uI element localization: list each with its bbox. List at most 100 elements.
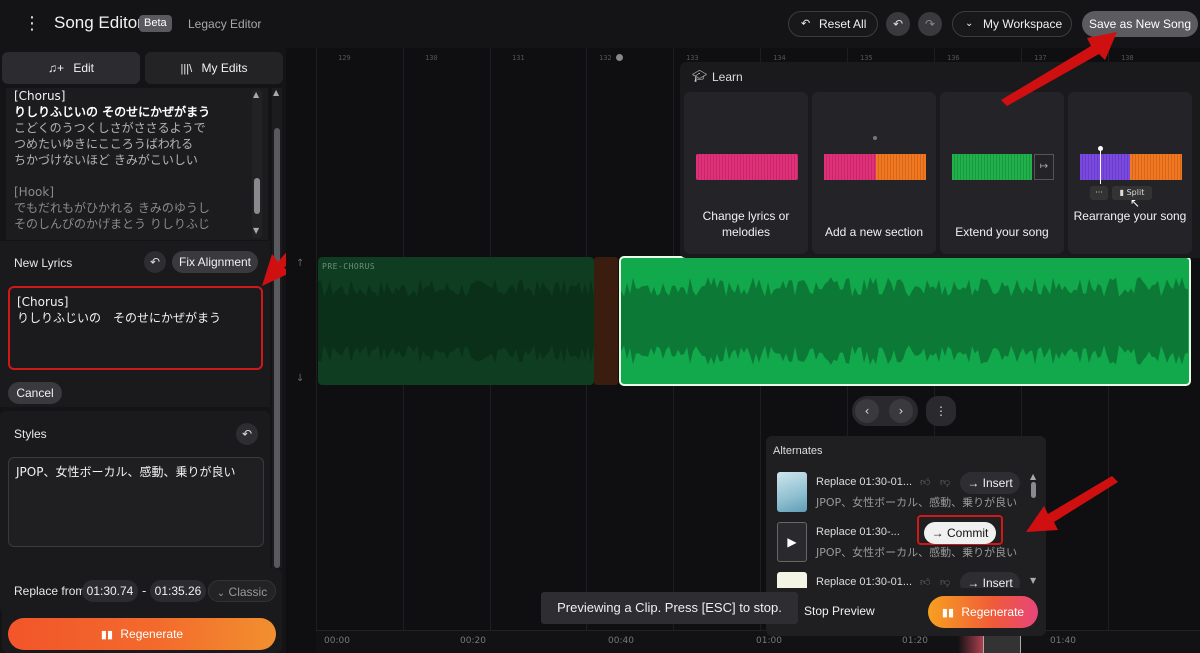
- orange-clip-graphic: [876, 154, 926, 180]
- lyrics-line[interactable]: [Hook]: [14, 184, 210, 200]
- alternate-row[interactable]: Replace 01:30-01... 👍︎ 👎︎ → Insert: [774, 568, 1028, 588]
- fix-alignment-button[interactable]: Fix Alignment: [172, 251, 258, 273]
- card-label: Add a new section: [824, 225, 924, 239]
- ruler-tick-label: 136: [947, 54, 960, 62]
- thumbnail[interactable]: [777, 472, 807, 512]
- lyrics-line[interactable]: そのしんぴのかげまとう りしりふじ: [14, 216, 210, 232]
- time-ruler[interactable]: 00:00 00:20 00:40 01:00 01:20 01:40: [316, 630, 1200, 653]
- thumbs-up-icon[interactable]: 👍︎: [920, 576, 930, 588]
- cancel-button[interactable]: Cancel: [8, 382, 62, 404]
- replace-section: Replace from 01:30.74 - 01:35.26 ⌄ Class…: [2, 568, 282, 653]
- redo-icon: ↷: [924, 17, 936, 31]
- legacy-editor-link[interactable]: Legacy Editor: [188, 17, 261, 31]
- alternate-row[interactable]: ▶ Replace 01:30-... JPOP、女性ボーカル、感動、乗りが良い…: [774, 515, 1028, 568]
- alternate-title: Replace 01:30-01...: [816, 476, 913, 488]
- split-handle-graphic: [1098, 146, 1103, 151]
- time-tick-label: 00:20: [460, 636, 486, 646]
- scroll-down-icon[interactable]: ▼: [1030, 576, 1036, 585]
- track-up-icon[interactable]: ↑: [296, 258, 304, 269]
- more-horizontal-icon: ···: [1090, 186, 1108, 200]
- lyrics-line[interactable]: こどくのうつくしさがささるようで: [14, 120, 210, 136]
- thumbs-up-icon[interactable]: 👍︎: [920, 476, 930, 488]
- insert-button[interactable]: → Insert: [960, 472, 1020, 494]
- card-label: Change lyrics or melodies: [702, 209, 790, 239]
- waveform-icon: ▮▮: [100, 629, 114, 641]
- new-lyrics-textarea[interactable]: [Chorus] りしりふじいの そのせにかぜがまう: [8, 286, 263, 370]
- commit-button[interactable]: → Commit: [924, 522, 996, 544]
- thumbs-down-icon[interactable]: 👎︎: [940, 476, 950, 488]
- tab-edit[interactable]: ♫+ Edit: [2, 52, 140, 84]
- lyrics-line[interactable]: ちかづけないほど きみがこいしい: [14, 152, 210, 168]
- playhead-marker[interactable]: [616, 54, 623, 61]
- learn-card-change-lyrics[interactable]: Change lyrics or melodies: [684, 92, 808, 254]
- chevron-down-icon: ⌄: [965, 18, 974, 29]
- insert-button[interactable]: → Insert: [960, 572, 1020, 588]
- chevron-right-icon: ›: [898, 404, 904, 418]
- regenerate-button[interactable]: ▮▮ Regenerate: [8, 618, 276, 650]
- alternate-subtitle: JPOP、女性ボーカル、感動、乗りが良い: [816, 546, 1018, 559]
- pre-chorus-clip[interactable]: PRE-CHORUS: [318, 257, 594, 385]
- play-icon[interactable]: ▶: [777, 522, 807, 562]
- previous-clip-button[interactable]: ‹: [855, 399, 879, 423]
- card-label: Rearrange your song: [1073, 209, 1187, 223]
- lyrics-list[interactable]: [Chorus] りしりふじいの そのせにかぜがまう こどくのうつくしさがささるよう…: [6, 88, 268, 240]
- mode-dropdown[interactable]: ⌄ Classic: [208, 580, 276, 602]
- new-lyrics-section: New Lyrics ↶ Fix Alignment [Chorus] りしりふ…: [0, 241, 270, 407]
- dot-graphic: [873, 136, 877, 140]
- undo-styles-button[interactable]: ↶: [236, 423, 258, 445]
- replace-from-label: Replace from: [14, 584, 86, 598]
- time-tick-label: 01:40: [1050, 636, 1076, 646]
- orange-clip-faded: [594, 257, 618, 385]
- selected-clip[interactable]: [619, 256, 1191, 386]
- replace-end-time[interactable]: 01:35.26: [150, 580, 206, 602]
- alternate-row[interactable]: Replace 01:30-01... JPOP、女性ボーカル、感動、乗りが良い…: [774, 468, 1028, 518]
- lyrics-line[interactable]: [14, 168, 210, 184]
- insert-label: Insert: [982, 476, 1013, 490]
- replace-start-time[interactable]: 01:30.74: [82, 580, 138, 602]
- reset-all-button[interactable]: ↶ Reset All: [788, 11, 878, 37]
- lyrics-line[interactable]: つめたいゆきにこころうばわれる: [14, 136, 210, 152]
- clip-nav: ‹ ›: [852, 396, 918, 426]
- next-clip-button[interactable]: ›: [889, 399, 913, 423]
- alternate-subtitle: JPOP、女性ボーカル、感動、乗りが良い: [816, 496, 1018, 509]
- thumbs-down-icon[interactable]: 👎︎: [940, 576, 950, 588]
- track-down-icon[interactable]: ↓: [296, 373, 304, 384]
- arrow-right-icon: →: [931, 526, 944, 540]
- lyrics-line[interactable]: [Chorus]: [14, 88, 210, 104]
- app-title: Song Editor: [54, 13, 143, 32]
- stop-preview-button[interactable]: Stop Preview: [804, 604, 875, 618]
- time-tick-label: 00:40: [608, 636, 634, 646]
- redo-button[interactable]: ↷: [918, 12, 942, 36]
- lyrics-line[interactable]: でもだれもがひかれる きみのゆうし: [14, 200, 210, 216]
- styles-textarea[interactable]: JPOP、女性ボーカル、感動、乗りが良い: [8, 457, 264, 547]
- beta-badge: Beta: [139, 15, 172, 32]
- undo-button[interactable]: ↶: [886, 12, 910, 36]
- regenerate-label: Regenerate: [120, 627, 184, 641]
- more-vertical-icon[interactable]: ⋮: [22, 14, 42, 34]
- undo-lyrics-button[interactable]: ↶: [144, 251, 166, 273]
- mode-label: Classic: [228, 585, 268, 599]
- alternates-regenerate-button[interactable]: ▮▮ Regenerate: [928, 596, 1038, 628]
- scroll-up-icon[interactable]: ▲: [253, 90, 259, 99]
- waveform-active: [621, 277, 1188, 365]
- thumbnail[interactable]: [777, 572, 807, 588]
- lyrics-lines: [Chorus] りしりふじいの そのせにかぜがまう こどくのうつくしさがささるよう…: [14, 88, 210, 232]
- alternate-title: Replace 01:30-...: [816, 526, 900, 538]
- orange-clip-graphic: [1130, 154, 1182, 180]
- scroll-up-icon[interactable]: ▲: [273, 88, 279, 97]
- ruler-tick-label: 129: [338, 54, 351, 62]
- learn-card-rearrange[interactable]: ··· ▮ Split ↖ Rearrange your song: [1068, 92, 1192, 254]
- tab-my-edits[interactable]: |||\ My Edits: [145, 52, 283, 84]
- ruler-tick-label: 134: [773, 54, 786, 62]
- chevron-down-icon: ⌄: [216, 588, 226, 599]
- waveform-icon: ▮: [1119, 188, 1125, 197]
- learn-card-extend-song[interactable]: ↦ Extend your song: [940, 92, 1064, 254]
- undo-icon: ↶: [149, 255, 161, 269]
- clip-more-button[interactable]: ⋮: [926, 396, 956, 426]
- lyrics-line[interactable]: りしりふじいの そのせにかぜがまう: [14, 104, 210, 120]
- learn-card-add-section[interactable]: Add a new section: [812, 92, 936, 254]
- annotation-arrow-commit: [1026, 476, 1118, 532]
- panel-scrollbar[interactable]: ▲: [272, 88, 282, 568]
- extend-arrow-icon: ↦: [1034, 154, 1054, 180]
- time-tick-label: 01:00: [756, 636, 782, 646]
